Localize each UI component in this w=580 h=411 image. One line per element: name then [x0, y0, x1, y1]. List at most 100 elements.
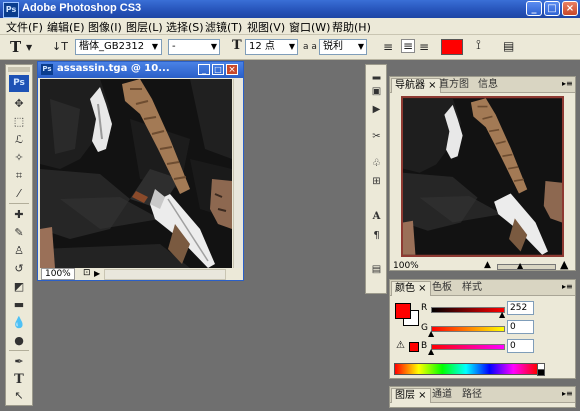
- palettes-toggle-icon[interactable]: ▤: [503, 38, 514, 54]
- menu-bar: 文件(F) 编辑(E) 图像(I) 图层(L) 选择(S) 滤镜(T) 视图(V…: [0, 18, 580, 35]
- minimize-button[interactable]: _: [526, 1, 542, 16]
- panel-menu-icon[interactable]: ▸≡: [562, 79, 573, 88]
- clone-stamp-tool-icon[interactable]: ♙: [10, 243, 28, 259]
- document-maximize-button[interactable]: □: [212, 64, 224, 75]
- toolbox-grip[interactable]: [8, 67, 30, 72]
- gamut-warning-swatch[interactable]: [409, 342, 419, 352]
- channel-r-slider[interactable]: [431, 307, 505, 313]
- eraser-tool-icon[interactable]: ◩: [10, 279, 28, 295]
- dock-grip[interactable]: ▂: [369, 68, 384, 82]
- tab-histogram[interactable]: 直方图: [436, 78, 472, 92]
- maximize-button[interactable]: □: [544, 1, 560, 16]
- zoom-in-icon[interactable]: ▲: [560, 258, 568, 271]
- paragraph-icon[interactable]: ¶: [369, 229, 384, 243]
- lasso-tool-icon[interactable]: ℒ: [10, 132, 28, 148]
- close-button[interactable]: ×: [562, 1, 578, 16]
- layer-comps-icon[interactable]: ⊞: [369, 175, 384, 189]
- font-style-dropdown-icon[interactable]: ▼: [209, 39, 219, 55]
- navigator-zoom-value[interactable]: 100%: [393, 261, 419, 271]
- menu-filter[interactable]: 滤镜(T): [205, 19, 242, 35]
- warp-text-icon[interactable]: ⟟: [476, 38, 481, 54]
- channel-b-value[interactable]: 0: [507, 339, 534, 353]
- font-family-dropdown-icon[interactable]: ▼: [150, 39, 160, 55]
- out-of-gamut-warning-icon[interactable]: ⚠: [396, 340, 405, 351]
- tool-presets-icon[interactable]: ▶: [369, 103, 384, 117]
- brush-tool-icon[interactable]: ✎: [10, 225, 28, 241]
- marquee-tool-icon[interactable]: ⬚: [10, 114, 28, 130]
- magic-wand-tool-icon[interactable]: ✧: [10, 150, 28, 166]
- layers-panel: 图层 × 通道 路径 ▸≡: [389, 386, 576, 408]
- align-center-icon[interactable]: ≡: [401, 39, 415, 53]
- menu-window[interactable]: 窗口(W): [289, 19, 330, 35]
- channel-g-thumb[interactable]: ▲: [428, 329, 434, 338]
- zoom-out-icon[interactable]: ▲: [484, 260, 491, 270]
- document-zoom-field[interactable]: 100%: [41, 268, 75, 280]
- menu-view[interactable]: 视图(V): [247, 19, 285, 35]
- foreground-color-swatch[interactable]: [395, 303, 411, 319]
- panel-menu-icon[interactable]: ▸≡: [562, 282, 573, 291]
- channel-g-slider[interactable]: [431, 326, 505, 332]
- tab-color[interactable]: 颜色 ×: [391, 281, 431, 296]
- healing-brush-tool-icon[interactable]: ✚: [10, 207, 28, 223]
- crop-tool-icon[interactable]: ⌗: [10, 168, 28, 184]
- tool-divider: [9, 203, 29, 204]
- font-size-dropdown-icon[interactable]: ▼: [287, 39, 297, 55]
- history-brush-tool-icon[interactable]: ↺: [10, 261, 28, 277]
- clone-source-icon[interactable]: ▤: [369, 263, 384, 277]
- preset-dropdown-icon[interactable]: ▼: [26, 40, 32, 56]
- document-vertical-scrollbar[interactable]: [233, 79, 243, 268]
- document-close-button[interactable]: ×: [226, 64, 238, 75]
- brush-preset-icon[interactable]: ▣: [369, 85, 384, 99]
- black-sample[interactable]: [537, 369, 545, 376]
- tab-swatches[interactable]: 色板: [429, 281, 455, 295]
- dodge-tool-icon[interactable]: ●: [10, 333, 28, 349]
- eyedropper-tool-icon[interactable]: ⁄: [10, 186, 28, 202]
- menu-layer[interactable]: 图层(L): [126, 19, 163, 35]
- menu-file[interactable]: 文件(F): [6, 19, 43, 35]
- document-horizontal-scrollbar[interactable]: [104, 269, 226, 280]
- channel-g-value[interactable]: 0: [507, 320, 534, 334]
- tab-channels[interactable]: 通道: [429, 388, 455, 402]
- menu-help[interactable]: 帮助(H): [332, 19, 371, 35]
- align-right-icon[interactable]: ≡: [419, 39, 429, 55]
- menu-select[interactable]: 选择(S): [166, 19, 204, 35]
- panel-menu-icon[interactable]: ▸≡: [562, 389, 573, 398]
- channel-b-thumb[interactable]: ▲: [428, 347, 434, 356]
- path-selection-tool-icon[interactable]: ↖: [10, 388, 28, 404]
- align-left-icon[interactable]: ≡: [383, 39, 393, 55]
- color-spectrum-bar[interactable]: [394, 363, 538, 375]
- channel-r-value[interactable]: 252: [507, 301, 534, 315]
- channel-b-slider[interactable]: [431, 344, 505, 350]
- tab-info[interactable]: 信息: [475, 78, 501, 92]
- move-tool-icon[interactable]: ✥: [10, 96, 28, 112]
- image-canvas[interactable]: [40, 79, 232, 268]
- gradient-tool-icon[interactable]: ▬: [10, 297, 28, 313]
- navigator-zoom-thumb[interactable]: ▲: [517, 261, 523, 270]
- navigator-proxy-frame[interactable]: [401, 96, 564, 257]
- menu-image[interactable]: 图像(I): [88, 19, 122, 35]
- channel-r-thumb[interactable]: ▲: [499, 310, 505, 319]
- color-panel: 颜色 × 色板 样式 ▸≡ R ▲ 252 G ▲ 0 ⚠ B ▲ 0: [389, 279, 576, 379]
- tab-navigator[interactable]: 导航器 ×: [391, 78, 441, 93]
- toggle-orientation-icon[interactable]: ↓T: [52, 39, 68, 55]
- font-family-select[interactable]: 楷体_GB2312: [75, 39, 162, 55]
- document-title-bar[interactable]: Ps assassin.tga @ 10... _ □ ×: [38, 62, 243, 78]
- type-tool-icon[interactable]: T: [10, 372, 28, 388]
- document-info-arrow-icon[interactable]: ▶: [94, 268, 100, 279]
- menu-edit[interactable]: 编辑(E): [47, 19, 85, 35]
- character-icon[interactable]: A: [369, 211, 384, 225]
- actions-icon[interactable]: ✂: [369, 130, 384, 144]
- document-window[interactable]: Ps assassin.tga @ 10... _ □ × 100% ⊡ ▶: [37, 61, 244, 281]
- navigator-zoom-slider[interactable]: [497, 264, 556, 270]
- text-color-swatch[interactable]: [441, 39, 463, 55]
- tab-styles[interactable]: 样式: [459, 281, 485, 295]
- tab-paths[interactable]: 路径: [459, 388, 485, 402]
- blur-tool-icon[interactable]: 💧: [10, 315, 28, 331]
- tab-layers[interactable]: 图层 ×: [391, 388, 431, 403]
- history-icon[interactable]: ♧: [369, 157, 384, 171]
- pen-tool-icon[interactable]: ✒: [10, 354, 28, 370]
- document-minimize-button[interactable]: _: [198, 64, 210, 75]
- document-info-icon[interactable]: ⊡: [83, 268, 91, 279]
- text-tool-preset-icon[interactable]: T: [10, 38, 21, 56]
- antialias-dropdown-icon[interactable]: ▼: [356, 39, 366, 55]
